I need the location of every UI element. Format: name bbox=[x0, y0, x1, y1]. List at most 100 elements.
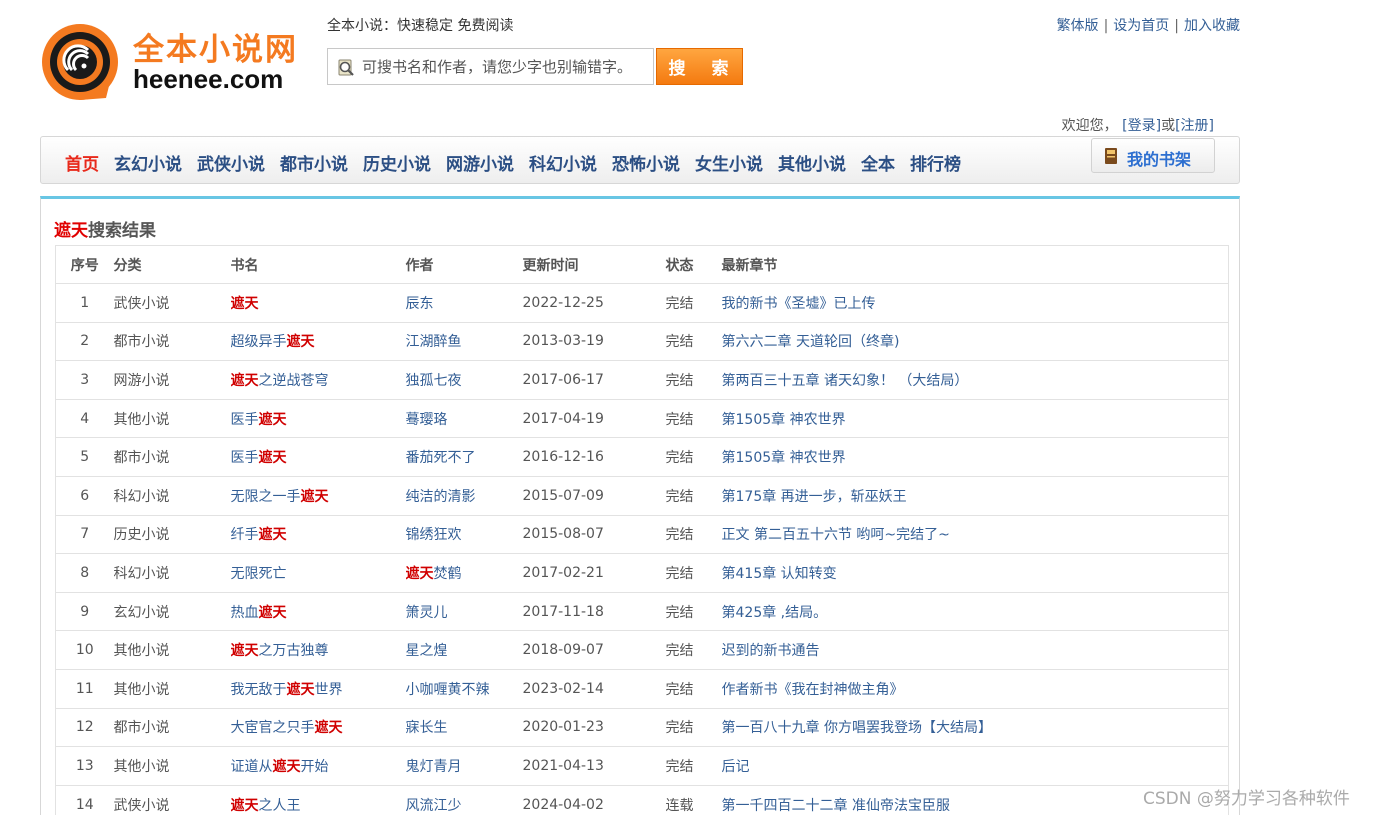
latest-chapter-cell: 第两百三十五章 诸天幻象！ （大结局） bbox=[721, 360, 1229, 400]
traditional-chinese-link[interactable]: 繁体版 bbox=[1057, 18, 1099, 34]
keyword-highlight: 遮天 bbox=[230, 797, 259, 814]
book-title-link[interactable]: 遮天 bbox=[231, 296, 259, 312]
nav-item[interactable]: 女生小说 bbox=[695, 150, 763, 175]
latest-chapter-link[interactable]: 第一百八十九章 你方唱罢我登场【大结局】 bbox=[722, 720, 992, 736]
table-row: 7 历史小说 纤手遮天 锦绣狂欢 2015-08-07 完结 正文 第二百五十六节 哟呵~完… bbox=[55, 515, 1229, 555]
latest-chapter-link[interactable]: 第两百三十五章 诸天幻象！ （大结局） bbox=[722, 373, 969, 389]
book-title-link[interactable]: 证道从遮天开始 bbox=[231, 759, 329, 775]
row-category: 武侠小说 bbox=[113, 283, 231, 323]
site-logo[interactable]: 全本小说网 heenee.com bbox=[40, 22, 300, 102]
author-link[interactable]: 鬼灯青月 bbox=[406, 759, 462, 775]
author-text: 箫灵儿 bbox=[405, 604, 448, 621]
author-link[interactable]: 小咖喱黄不辣 bbox=[406, 682, 490, 698]
keyword-highlight: 遮天 bbox=[230, 295, 259, 312]
book-title-link[interactable]: 无限死亡 bbox=[231, 566, 287, 582]
results-title-suffix: 搜索结果 bbox=[88, 221, 156, 241]
latest-chapter-link[interactable]: 第425章 ,结局。 bbox=[722, 605, 828, 621]
book-title-link[interactable]: 大宦官之只手遮天 bbox=[231, 720, 343, 736]
author-link[interactable]: 锦绣狂欢 bbox=[406, 527, 462, 543]
keyword-highlight: 遮天 bbox=[230, 372, 259, 389]
author-link[interactable]: 星之煌 bbox=[406, 643, 448, 659]
book-title-link[interactable]: 超级异手遮天 bbox=[231, 334, 315, 350]
book-title-text: 开始 bbox=[300, 758, 329, 775]
nav-item[interactable]: 都市小说 bbox=[280, 150, 348, 175]
latest-chapter-link[interactable]: 第六六二章 天道轮回（终章) bbox=[722, 334, 900, 350]
nav-item[interactable]: 恐怖小说 bbox=[612, 150, 680, 175]
row-updated-date: 2018-09-07 bbox=[522, 630, 666, 670]
bookshelf-button[interactable]: 我的书架 bbox=[1091, 138, 1215, 173]
register-link[interactable]: [注册] bbox=[1175, 118, 1214, 134]
book-title-cell: 医手遮天 bbox=[230, 399, 406, 439]
author-link[interactable]: 独孤七夜 bbox=[406, 373, 462, 389]
nav-item[interactable]: 科幻小说 bbox=[529, 150, 597, 175]
author-cell: 独孤七夜 bbox=[405, 360, 523, 400]
row-updated-date: 2016-12-16 bbox=[522, 437, 666, 477]
nav-item[interactable]: 全本 bbox=[861, 150, 895, 175]
book-title-link[interactable]: 医手遮天 bbox=[231, 412, 287, 428]
nav-item[interactable]: 排行榜 bbox=[910, 150, 961, 175]
row-category: 都市小说 bbox=[113, 322, 231, 362]
latest-chapter-link[interactable]: 作者新书《我在封神做主角》 bbox=[722, 682, 904, 698]
author-link[interactable]: 辰东 bbox=[406, 296, 434, 312]
book-title-link[interactable]: 遮天之人王 bbox=[231, 798, 301, 814]
latest-chapter-link[interactable]: 迟到的新书通告 bbox=[722, 643, 820, 659]
book-title-link[interactable]: 我无敌于遮天世界 bbox=[231, 682, 343, 698]
column-header-status: 状态 bbox=[665, 245, 722, 284]
login-link[interactable]: [登录] bbox=[1122, 118, 1161, 134]
column-header-latest-chapter: 最新章节 bbox=[721, 245, 1229, 284]
author-text: 星之煌 bbox=[405, 643, 448, 660]
row-status: 完结 bbox=[665, 746, 722, 786]
author-link[interactable]: 箫灵儿 bbox=[406, 605, 448, 621]
row-category: 科幻小说 bbox=[113, 553, 231, 593]
row-category: 武侠小说 bbox=[113, 785, 231, 815]
author-cell: 箫灵儿 bbox=[405, 592, 523, 632]
row-number: 2 bbox=[55, 322, 114, 362]
author-link[interactable]: 番茄死不了 bbox=[406, 450, 476, 466]
row-category: 其他小说 bbox=[113, 669, 231, 709]
book-title-text: 无限之一手 bbox=[230, 488, 301, 505]
table-row: 1 武侠小说 遮天 辰东 2022-12-25 完结 我的新书《圣墟》已上传 bbox=[55, 283, 1229, 323]
nav-item[interactable]: 武侠小说 bbox=[197, 150, 265, 175]
nav-item[interactable]: 其他小说 bbox=[778, 150, 846, 175]
book-title-link[interactable]: 医手遮天 bbox=[231, 450, 287, 466]
book-title-link[interactable]: 无限之一手遮天 bbox=[231, 489, 329, 505]
book-icon bbox=[1105, 148, 1117, 164]
row-updated-date: 2017-11-18 bbox=[522, 592, 666, 632]
book-title-link[interactable]: 遮天之逆战苍穹 bbox=[231, 373, 329, 389]
author-link[interactable]: 蓦璎珞 bbox=[406, 412, 448, 428]
table-row: 3 网游小说 遮天之逆战苍穹 独孤七夜 2017-06-17 完结 第两百三十五章 诸天幻象… bbox=[55, 360, 1229, 400]
latest-chapter-link[interactable]: 第一千四百二十二章 准仙帝法宝臣服 bbox=[722, 798, 950, 814]
latest-chapter-link[interactable]: 我的新书《圣墟》已上传 bbox=[722, 296, 876, 312]
author-link[interactable]: 江湖醉鱼 bbox=[406, 334, 462, 350]
nav-item[interactable]: 玄幻小说 bbox=[114, 150, 182, 175]
book-title-link[interactable]: 遮天之万古独尊 bbox=[231, 643, 329, 659]
or-text: 或 bbox=[1161, 118, 1176, 134]
keyword-highlight: 遮天 bbox=[272, 758, 301, 775]
latest-chapter-link[interactable]: 第1505章 神农世界 bbox=[722, 412, 846, 428]
row-category: 其他小说 bbox=[113, 630, 231, 670]
nav-item[interactable]: 历史小说 bbox=[363, 150, 431, 175]
book-title-link[interactable]: 热血遮天 bbox=[231, 605, 287, 621]
search-input[interactable] bbox=[362, 55, 648, 79]
latest-chapter-link[interactable]: 后记 bbox=[722, 759, 750, 775]
nav-item[interactable]: 首页 bbox=[65, 150, 99, 175]
author-link[interactable]: 纯洁的清影 bbox=[406, 489, 476, 505]
author-text: 独孤七夜 bbox=[405, 372, 462, 389]
row-updated-date: 2023-02-14 bbox=[522, 669, 666, 709]
latest-chapter-link[interactable]: 第1505章 神农世界 bbox=[722, 450, 846, 466]
row-category: 历史小说 bbox=[113, 515, 231, 555]
book-title-link[interactable]: 纤手遮天 bbox=[231, 527, 287, 543]
search-button[interactable]: 搜 索 bbox=[656, 48, 743, 85]
author-link[interactable]: 风流江少 bbox=[406, 798, 462, 814]
row-updated-date: 2013-03-19 bbox=[522, 322, 666, 362]
latest-chapter-link[interactable]: 正文 第二百五十六节 哟呵~完结了~ bbox=[722, 527, 950, 543]
author-link[interactable]: 遮天焚鹤 bbox=[406, 566, 462, 582]
nav-item[interactable]: 网游小说 bbox=[446, 150, 514, 175]
author-link[interactable]: 寐长生 bbox=[406, 720, 448, 736]
author-text: 番茄死不了 bbox=[405, 450, 476, 467]
author-text: 辰东 bbox=[405, 295, 434, 312]
add-favorite-link[interactable]: 加入收藏 bbox=[1184, 18, 1240, 34]
set-homepage-link[interactable]: 设为首页 bbox=[1113, 18, 1169, 34]
latest-chapter-link[interactable]: 第415章 认知转变 bbox=[722, 566, 837, 582]
latest-chapter-link[interactable]: 第175章 再进一步，斩巫妖王 bbox=[722, 489, 907, 505]
